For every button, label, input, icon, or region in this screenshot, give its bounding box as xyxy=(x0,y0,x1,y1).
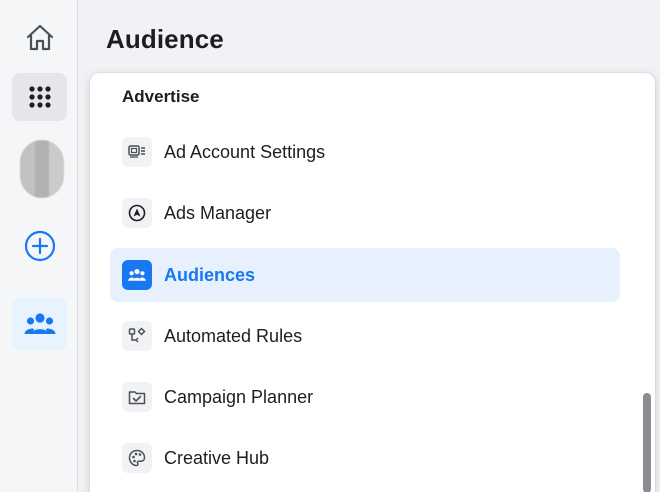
menu-scrollbar-thumb[interactable] xyxy=(643,393,651,492)
ad-account-settings-icon xyxy=(122,137,152,167)
ads-manager-icon xyxy=(122,198,152,228)
menu-item-ads-manager[interactable]: Ads Manager xyxy=(110,186,620,240)
menu-item-automated-rules[interactable]: Automated Rules xyxy=(110,309,620,363)
menu-item-creative-hub[interactable]: Creative Hub xyxy=(110,431,620,485)
app-window: Audience Advertise Ad Account Settings A… xyxy=(0,0,660,492)
home-button[interactable] xyxy=(12,14,67,62)
campaign-planner-icon xyxy=(122,382,152,412)
menu-item-ad-account-settings[interactable]: Ad Account Settings xyxy=(110,125,620,179)
audiences-rail-button[interactable] xyxy=(12,298,67,350)
left-nav-rail xyxy=(0,0,78,492)
creative-hub-icon xyxy=(122,443,152,473)
grid-menu-icon xyxy=(28,86,51,108)
audiences-icon xyxy=(24,313,55,334)
all-tools-button[interactable] xyxy=(12,73,67,121)
page-title: Audience xyxy=(106,24,224,54)
tools-menu-panel: Advertise Ad Account Settings Ads Manage… xyxy=(90,73,655,492)
plus-circle-icon xyxy=(24,230,55,262)
automated-rules-icon xyxy=(122,321,152,351)
audiences-icon xyxy=(122,260,152,290)
menu-item-label: Creative Hub xyxy=(164,447,270,468)
menu-item-label: Automated Rules xyxy=(164,325,303,346)
menu-item-label: Ad Account Settings xyxy=(164,141,326,162)
create-button[interactable] xyxy=(12,222,67,270)
menu-item-label: Ads Manager xyxy=(164,202,272,223)
menu-scrollbar[interactable] xyxy=(643,393,651,492)
home-icon xyxy=(26,24,53,51)
avatar[interactable] xyxy=(20,140,64,198)
menu-item-campaign-planner[interactable]: Campaign Planner xyxy=(110,370,620,424)
menu-item-label: Campaign Planner xyxy=(164,386,314,407)
menu-section-heading: Advertise xyxy=(122,87,200,106)
menu-item-audiences[interactable]: Audiences xyxy=(110,248,620,302)
menu-item-label: Audiences xyxy=(164,264,256,285)
